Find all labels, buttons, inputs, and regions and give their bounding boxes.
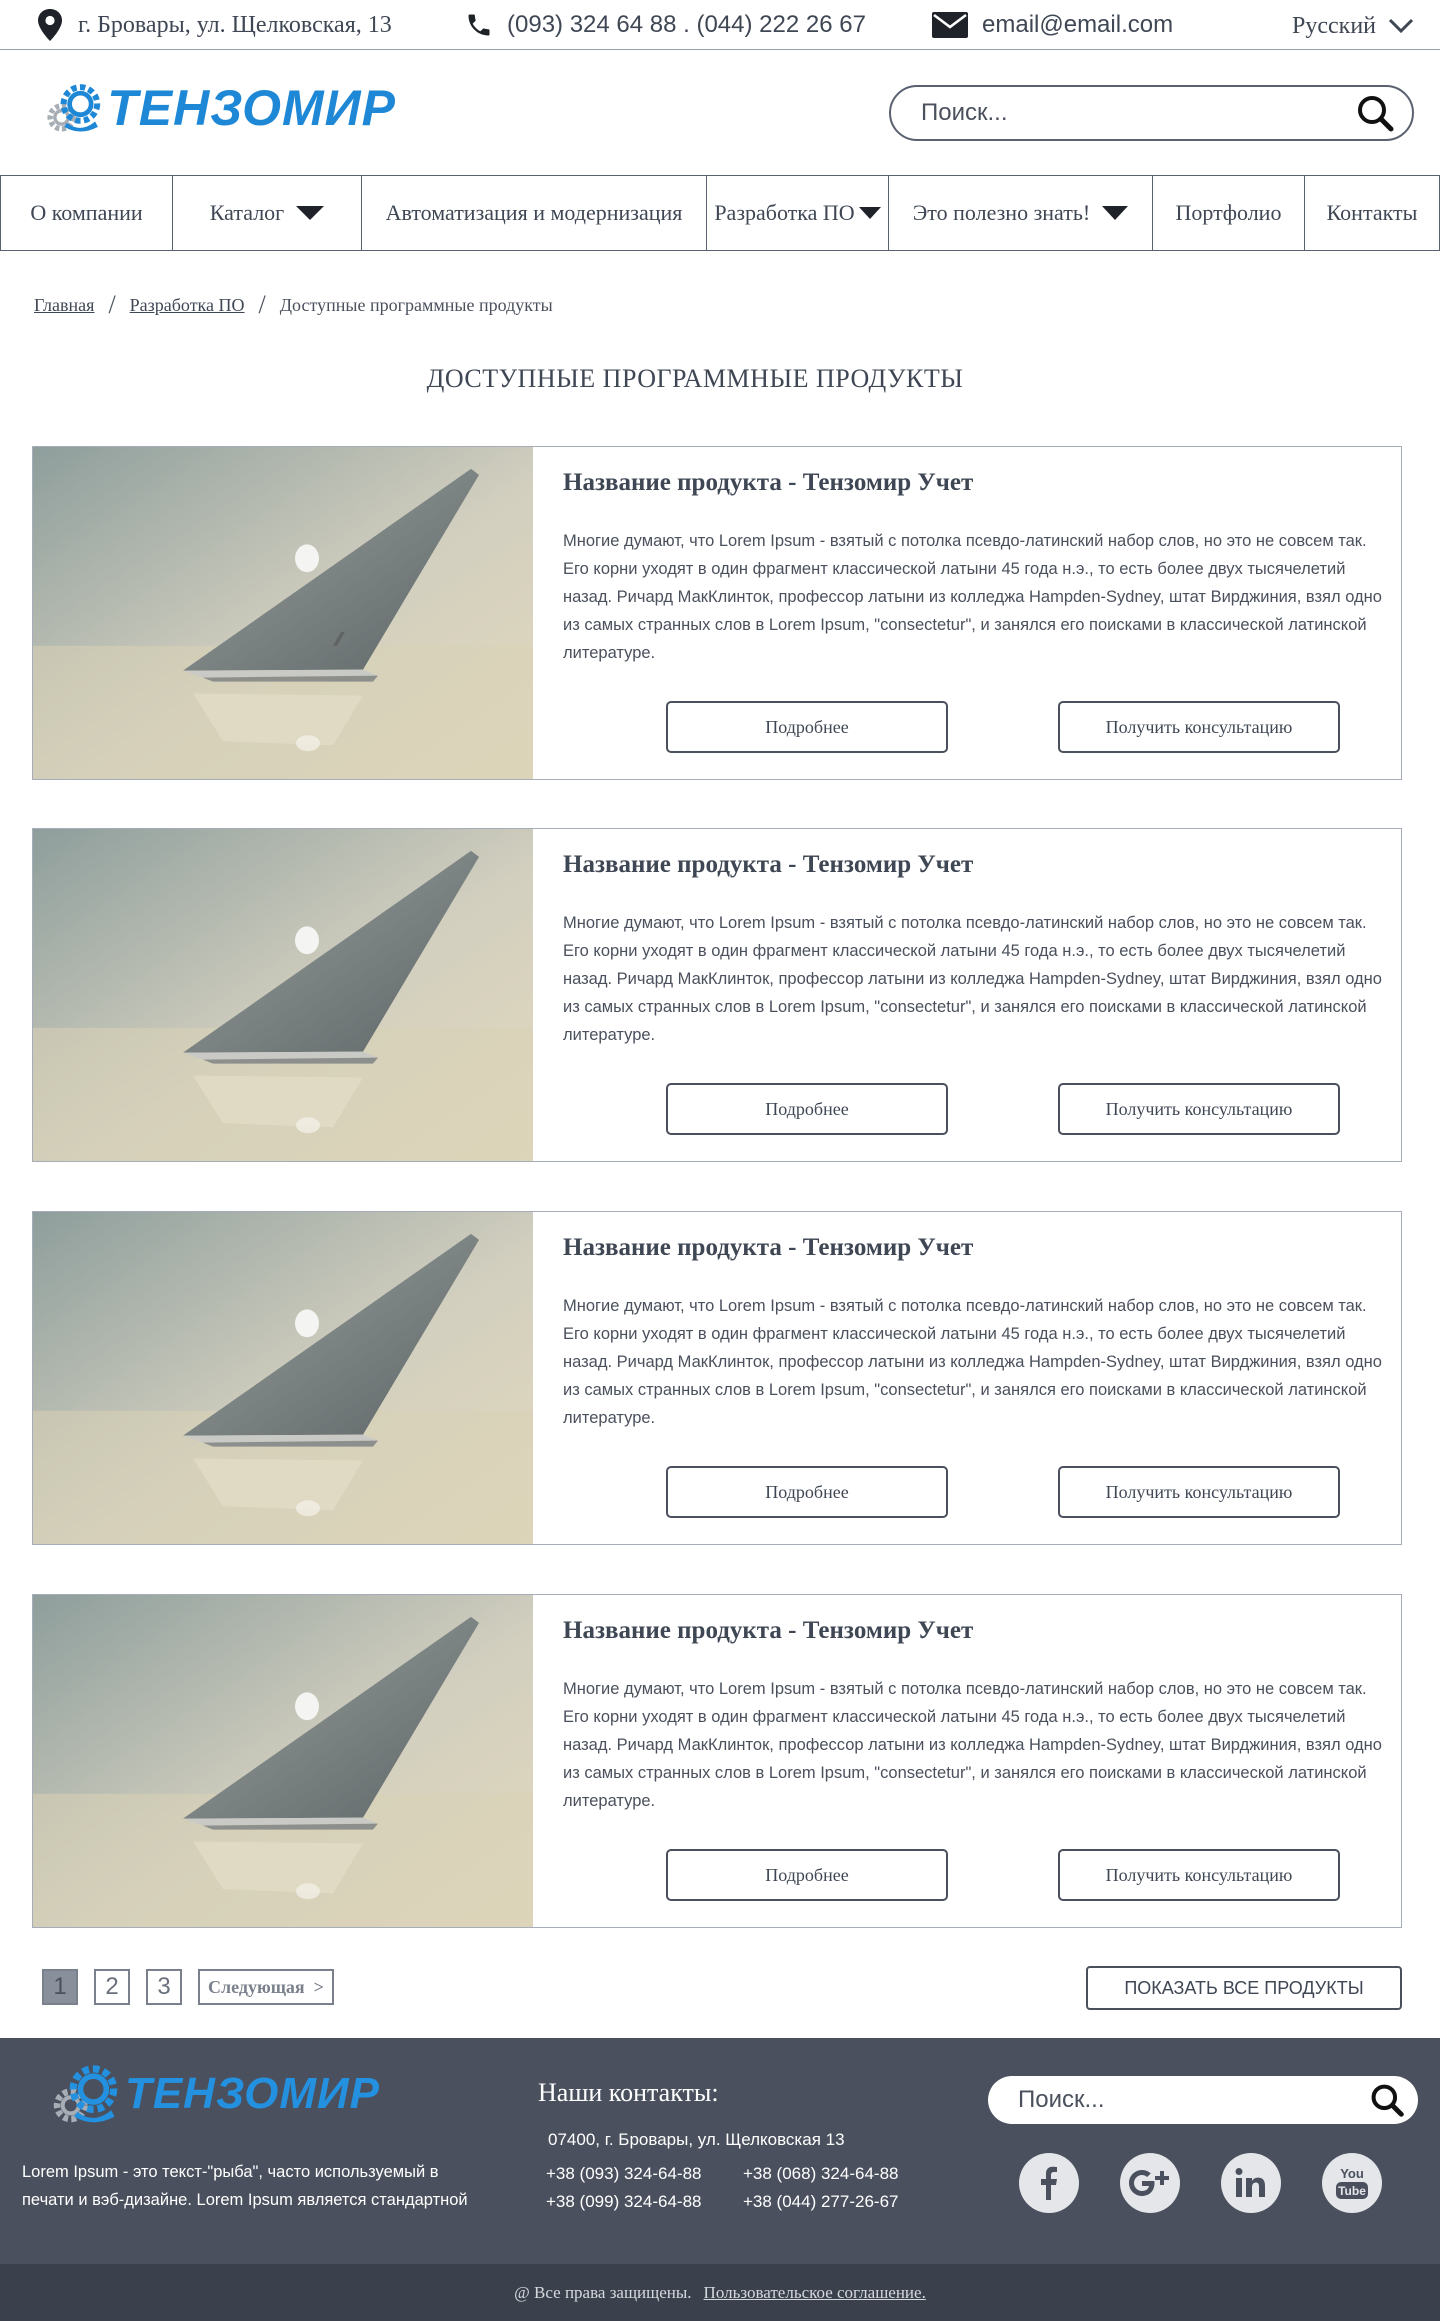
consultation-button[interactable]: Получить консультацию [1058,1849,1340,1901]
nav-item-label: Автоматизация и модернизация [385,200,683,225]
copyright-text: @ Все права защищены. [514,2282,692,2302]
footer-search [988,2076,1418,2124]
envelope-icon [932,12,968,38]
show-all-products-button[interactable]: ПОКАЗАТЬ ВСЕ ПРОДУКТЫ [1086,1966,1402,2010]
nav-item-about[interactable]: О компании [1,176,173,250]
footer-phone[interactable]: +38 (099) 324-64-88 [546,2192,701,2212]
details-button[interactable]: Подробнее [666,701,948,753]
nav-item-contacts[interactable]: Контакты [1305,176,1439,250]
address-info: г. Бровары, ул. Щелковская, 13 [36,8,392,42]
consultation-button[interactable]: Получить консультацию [1058,1083,1340,1135]
footer-about-text: Lorem Ipsum - это текст-"рыба", часто ис… [22,2163,468,2209]
footer-address: 07400, г. Бровары, ул. Щелковская 13 [548,2130,845,2149]
product-title: Название продукта - Тензомир Учет [563,1617,974,1644]
product-description: Многие думают, что Lorem Ipsum - взятый … [563,1297,1382,1427]
contacts-title: Наши контакты: [538,2078,719,2107]
footer-phone[interactable]: +38 (044) 277-26-67 [743,2192,898,2212]
search-input[interactable] [921,99,1356,127]
google-plus-icon[interactable] [1120,2153,1180,2213]
site-logo[interactable]: ТЕНЗОМИР [36,70,396,146]
logo-text: ТЕНЗОМИР [107,80,396,136]
product-card: Название продукта - Тензомир Учет Многие… [32,446,1402,780]
footer: ТЕНЗОМИР Lorem Ipsum - это текст-"рыба",… [0,2038,1440,2264]
consultation-button[interactable]: Получить консультацию [1058,1466,1340,1518]
nav-item-catalog[interactable]: Каталог [173,176,362,250]
phone-icon [468,14,490,36]
nav-item-label: Разработка ПО [714,200,855,225]
page-2-button[interactable]: 2 [94,1969,130,2005]
footer-logo[interactable]: ТЕНЗОМИР [40,2058,380,2130]
product-card: Название продукта - Тензомир Учет Многие… [32,1211,1402,1545]
footer-phone[interactable]: +38 (093) 324-64-88 [546,2164,701,2184]
details-button[interactable]: Подробнее [666,1466,948,1518]
copyright-bar: @ Все права защищены. Пользовательское с… [0,2264,1440,2321]
address-text: г. Бровары, ул. Щелковская, 13 [78,11,392,38]
details-button[interactable]: Подробнее [666,1849,948,1901]
chevron-down-icon [1388,18,1414,34]
footer-phone[interactable]: +38 (068) 324-64-88 [743,2164,898,2184]
breadcrumb-section-link[interactable]: Разработка ПО [130,295,245,316]
gear-logo-icon [53,2065,118,2123]
nav-item-label: О компании [30,200,143,225]
product-image [33,447,533,779]
caret-down-icon [296,206,325,220]
nav-item-label: Портфолио [1175,200,1282,225]
breadcrumb-separator: / [108,290,116,319]
facebook-icon[interactable] [1019,2153,1079,2213]
next-page-button[interactable]: Следующая > [198,1969,334,2005]
product-image [33,1212,533,1544]
product-card: Название продукта - Тензомир Учет Многие… [32,1594,1402,1928]
footer-logo-text: ТЕНЗОМИР [124,2069,380,2118]
caret-down-icon [858,207,881,219]
youtube-icon[interactable]: You Tube [1322,2153,1382,2213]
breadcrumb-home-link[interactable]: Главная [34,295,94,316]
email-info: email@email.com [932,8,1173,42]
product-title: Название продукта - Тензомир Учет [563,1234,974,1261]
language-label: Русский [1292,12,1376,39]
youtube-logo-you: You [1340,2166,1364,2181]
nav-item-label: Контакты [1326,200,1418,225]
nav-item-label: Каталог [209,200,285,225]
gear-logo-icon [47,84,101,132]
header-search [889,85,1414,141]
footer-search-input[interactable] [1018,2086,1370,2114]
breadcrumb: Главная / Разработка ПО / Доступные прог… [34,290,553,320]
breadcrumb-current: Доступные программные продукты [279,294,553,315]
nav-item-portfolio[interactable]: Портфолио [1153,176,1305,250]
top-contact-bar: г. Бровары, ул. Щелковская, 13 (093) 324… [0,0,1440,50]
user-agreement-link[interactable]: Пользовательское соглашение. [704,2283,926,2303]
search-icon[interactable] [1356,94,1394,132]
product-description: Многие думают, что Lorem Ipsum - взятый … [563,532,1382,662]
consultation-button[interactable]: Получить консультацию [1058,701,1340,753]
language-selector[interactable]: Русский [1292,8,1414,44]
main-nav: О компании Каталог Автоматизация и модер… [0,175,1440,251]
product-image [33,1595,533,1927]
nav-item-useful[interactable]: Это полезно знать! [889,176,1153,250]
page-1-button[interactable]: 1 [42,1969,78,2005]
product-description: Многие думают, что Lorem Ipsum - взятый … [563,914,1382,1044]
details-button[interactable]: Подробнее [666,1083,948,1135]
pagination: 1 2 3 Следующая > [42,1969,334,2005]
breadcrumb-separator: / [258,290,266,319]
product-title: Название продукта - Тензомир Учет [563,469,974,496]
email-link[interactable]: email@email.com [982,11,1173,39]
page-3-button[interactable]: 3 [146,1969,182,2005]
caret-down-icon [1102,206,1129,220]
phones-info: (093) 324 64 88 . (044) 222 26 67 [465,8,866,42]
product-card: Название продукта - Тензомир Учет Многие… [32,828,1402,1162]
phones-text[interactable]: (093) 324 64 88 . (044) 222 26 67 [507,11,866,39]
nav-item-automation[interactable]: Автоматизация и модернизация [362,176,707,250]
linkedin-icon[interactable] [1221,2153,1281,2213]
product-description: Многие думают, что Lorem Ipsum - взятый … [563,1680,1382,1810]
nav-item-software[interactable]: Разработка ПО [707,176,889,250]
youtube-logo-tube: Tube [1338,2184,1366,2198]
product-title: Название продукта - Тензомир Учет [563,851,974,878]
product-image [33,829,533,1161]
location-pin-icon [38,9,62,41]
search-icon[interactable] [1370,2083,1404,2117]
nav-item-label: Это полезно знать! [912,200,1091,225]
page-title: ДОСТУПНЫЕ ПРОГРАММНЫЕ ПРОДУКТЫ [426,364,964,393]
